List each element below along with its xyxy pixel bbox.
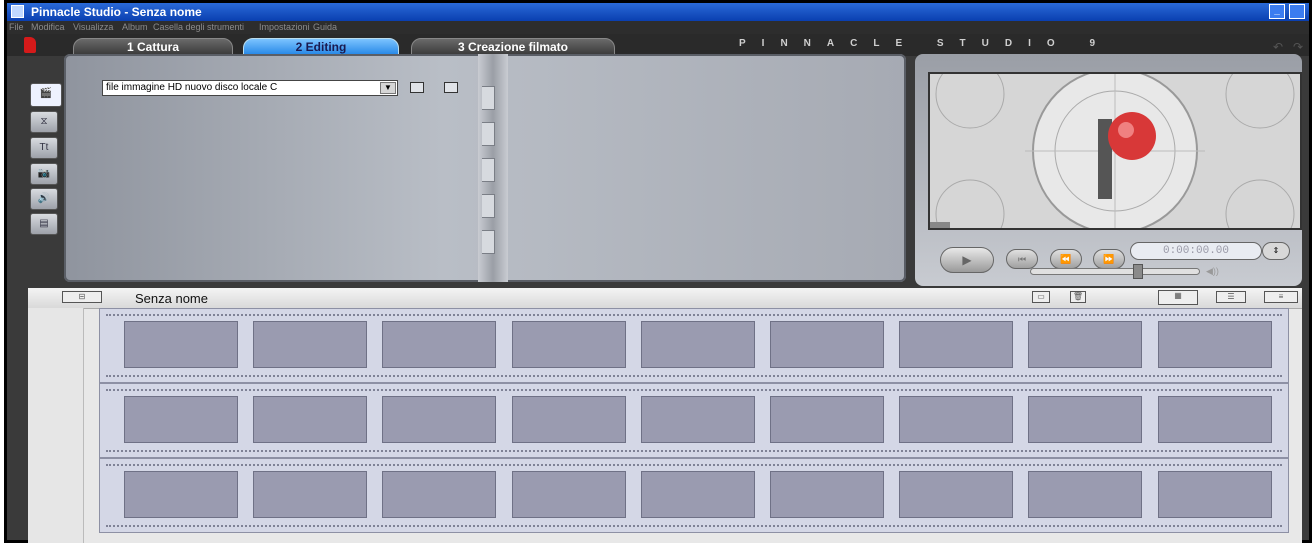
still-images-icon[interactable]: 📷 — [30, 163, 58, 185]
menu-casella-strumenti[interactable]: Casella degli strumenti — [153, 22, 244, 32]
film-perforation — [106, 464, 1282, 466]
storyboard-slot[interactable] — [382, 321, 496, 368]
storyboard-slot[interactable] — [512, 321, 626, 368]
menu-impostazioni[interactable]: Impostazioni — [259, 22, 310, 32]
storyboard-slot[interactable] — [512, 471, 626, 518]
storyboard-slot[interactable] — [770, 396, 884, 443]
chevron-down-icon[interactable]: ▼ — [380, 82, 396, 94]
album-ring — [482, 230, 495, 254]
storyboard-slot[interactable] — [512, 396, 626, 443]
storyboard-slot[interactable] — [1028, 471, 1142, 518]
skip-start-button[interactable]: ⏮ — [1006, 249, 1038, 269]
storyboard-slot[interactable] — [641, 471, 755, 518]
fast-forward-button[interactable]: ⏩ — [1093, 249, 1125, 269]
film-perforation — [106, 450, 1282, 452]
menu-guida[interactable]: Guida — [313, 22, 337, 32]
volume-slider[interactable] — [1030, 268, 1200, 275]
storyboard-slot[interactable] — [899, 471, 1013, 518]
storyboard-slot[interactable] — [641, 396, 755, 443]
storyboard-row — [99, 308, 1289, 383]
storyboard-slot[interactable] — [124, 321, 238, 368]
storyboard-slot[interactable] — [770, 471, 884, 518]
storyboard-slot[interactable] — [253, 321, 367, 368]
minimize-button[interactable]: _ — [1269, 4, 1285, 19]
menu-album[interactable]: Album — [122, 22, 148, 32]
film-perforation — [106, 525, 1282, 527]
storyboard-slot[interactable] — [1028, 321, 1142, 368]
rewind-button[interactable]: ⏪ — [1050, 249, 1082, 269]
volume-slider-thumb[interactable] — [1133, 264, 1143, 279]
storyboard-slot[interactable] — [899, 396, 1013, 443]
pinnacle-logo-icon — [24, 37, 36, 53]
album-ring — [482, 158, 495, 182]
folder-up-icon[interactable] — [410, 82, 424, 93]
source-dropdown[interactable]: file immagine HD nuovo disco locale C ▼ — [102, 80, 398, 96]
source-dropdown-value: file immagine HD nuovo disco locale C — [106, 82, 278, 93]
timecode-display[interactable]: 0:00:00.00 — [1130, 242, 1262, 260]
storyboard-slot[interactable] — [124, 396, 238, 443]
movie-window-icon[interactable]: ⊟ — [62, 291, 102, 303]
text-view-icon[interactable]: ≡ — [1264, 291, 1298, 303]
storyboard-slot[interactable] — [253, 396, 367, 443]
volume-icon: ◀)) — [1206, 266, 1219, 276]
app-icon — [11, 5, 24, 18]
storyboard-view-icon[interactable]: ▦ — [1158, 290, 1198, 305]
mode-bar: 1 Cattura 2 Editing 3 Creazione filmato … — [7, 34, 1309, 56]
album-ring — [482, 122, 495, 146]
transitions-icon[interactable]: ⧖ — [30, 111, 58, 133]
storyboard-slot[interactable] — [1158, 321, 1272, 368]
menu-visualizza[interactable]: Visualizza — [73, 22, 113, 32]
film-perforation — [106, 389, 1282, 391]
album-ring — [482, 194, 495, 218]
storyboard-row — [99, 458, 1289, 533]
storyboard-slot[interactable] — [1028, 396, 1142, 443]
storyboard-slot[interactable] — [641, 321, 755, 368]
video-scenes-icon[interactable]: 🎬 — [30, 83, 62, 107]
tab-cattura[interactable]: 1 Cattura — [73, 38, 233, 55]
storyboard-slot[interactable] — [1158, 396, 1272, 443]
storyboard-slot[interactable] — [253, 471, 367, 518]
storyboard-slot[interactable] — [1158, 471, 1272, 518]
album-ring — [482, 86, 495, 110]
timecode-spinner[interactable]: ⇕ — [1262, 242, 1290, 260]
play-button[interactable]: ▶ — [940, 247, 994, 273]
film-perforation — [106, 314, 1282, 316]
storyboard-header — [28, 288, 1302, 309]
test-pattern-image — [930, 74, 1300, 228]
tab-editing[interactable]: 2 Editing — [243, 38, 399, 55]
storyboard-slot[interactable] — [770, 321, 884, 368]
trash-icon[interactable]: 🗑 — [1070, 291, 1086, 303]
storyboard-slot[interactable] — [124, 471, 238, 518]
film-perforation — [106, 375, 1282, 377]
preview-screen — [928, 72, 1302, 230]
window-title: Pinnacle Studio - Senza nome — [31, 5, 202, 19]
storyboard-slot[interactable] — [382, 471, 496, 518]
menu-modifica[interactable]: Modifica — [31, 22, 65, 32]
folder-open-icon[interactable] — [444, 82, 458, 93]
project-title: Senza nome — [135, 291, 208, 306]
titles-icon[interactable]: Tt — [30, 137, 58, 159]
undo-icon[interactable]: ↶ — [1273, 40, 1283, 54]
menu-file[interactable]: File — [9, 22, 24, 32]
clipboard-icon[interactable]: ▭ — [1032, 291, 1050, 303]
timeline-view-icon[interactable]: ☰ — [1216, 291, 1246, 303]
storyboard-left-gutter — [28, 308, 84, 543]
storyboard-slot[interactable] — [382, 396, 496, 443]
redo-icon[interactable]: ↷ — [1293, 40, 1303, 54]
menus-icon[interactable]: ▤ — [30, 213, 58, 235]
storyboard-row — [99, 383, 1289, 458]
brand-wordmark: PINNACLE STUDIO 9 — [739, 38, 1112, 49]
title-bar: Pinnacle Studio - Senza nome _ — [7, 3, 1309, 21]
tab-creazione-filmato[interactable]: 3 Creazione filmato — [411, 38, 615, 55]
menu-bar: File Modifica Visualizza Album Casella d… — [7, 21, 1309, 34]
storyboard-slot[interactable] — [899, 321, 1013, 368]
sound-effects-icon[interactable]: 🔊 — [30, 188, 58, 210]
maximize-button[interactable] — [1289, 4, 1305, 19]
